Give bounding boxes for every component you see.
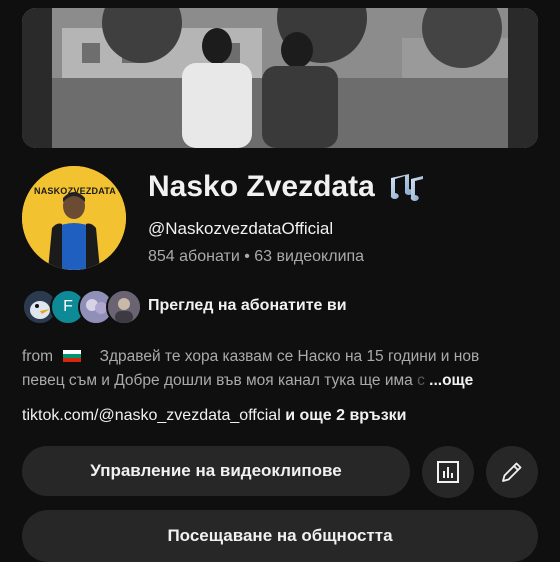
subscriber-avatars: F [22, 288, 142, 325]
bar-chart-icon [437, 461, 459, 483]
description-line-1: from Здравей те хора казвам се Наско на … [22, 345, 538, 369]
channel-name: Nasko Zvezdata [148, 170, 375, 203]
avatar-text-right: ZVEZDATA [67, 186, 116, 196]
avatar-image [22, 166, 126, 270]
music-notes-icon [390, 174, 423, 201]
channel-name-row: Nasko Zvezdata [148, 170, 425, 204]
visit-community-label: Посещаване на общността [167, 526, 393, 545]
link-tiktok[interactable]: tiktok.com/@nasko_zvezdata_offcial [22, 407, 281, 424]
subscribers-preview[interactable]: F Преглед на абонатите ви [22, 288, 347, 325]
edit-channel-button[interactable] [486, 446, 538, 498]
manage-videos-button[interactable]: Управление на видеоклипове [22, 446, 410, 496]
subscribers-preview-label: Преглед на абонатите ви [148, 297, 347, 314]
channel-links[interactable]: tiktok.com/@nasko_zvezdata_offcial и още… [22, 407, 407, 425]
more-links[interactable]: и още 2 връзки [281, 407, 406, 424]
description-fade: с [412, 372, 425, 389]
pencil-icon [502, 462, 522, 482]
channel-stats: 854 абонати • 63 видеоклипа [148, 248, 365, 265]
analytics-button[interactable] [422, 446, 474, 498]
bulgaria-flag-icon [63, 350, 82, 362]
description-more-link[interactable]: ...още [429, 372, 473, 389]
description-line-2: певец съм и Добре дошли във моя канал ту… [22, 369, 538, 393]
manage-videos-label: Управление на видеоклипове [90, 461, 342, 480]
description-text-2: певец съм и Добре дошли във моя канал ту… [22, 372, 413, 389]
avatar-text-left: NASKO [34, 186, 68, 196]
description-text-1: Здравей те хора казвам се Наско на 15 го… [99, 348, 480, 365]
channel-handle: @NaskozvezdataOfficial [148, 219, 334, 238]
channel-banner[interactable] [22, 8, 538, 148]
banner-image [22, 8, 538, 148]
subscriber-avatar [106, 289, 142, 325]
description-from: from [22, 348, 53, 365]
visit-community-button[interactable]: Посещаване на общността [22, 510, 538, 562]
channel-avatar[interactable]: NASKO ZVEZDATA [22, 166, 126, 270]
channel-description[interactable]: from Здравей те хора казвам се Наско на … [22, 345, 538, 393]
